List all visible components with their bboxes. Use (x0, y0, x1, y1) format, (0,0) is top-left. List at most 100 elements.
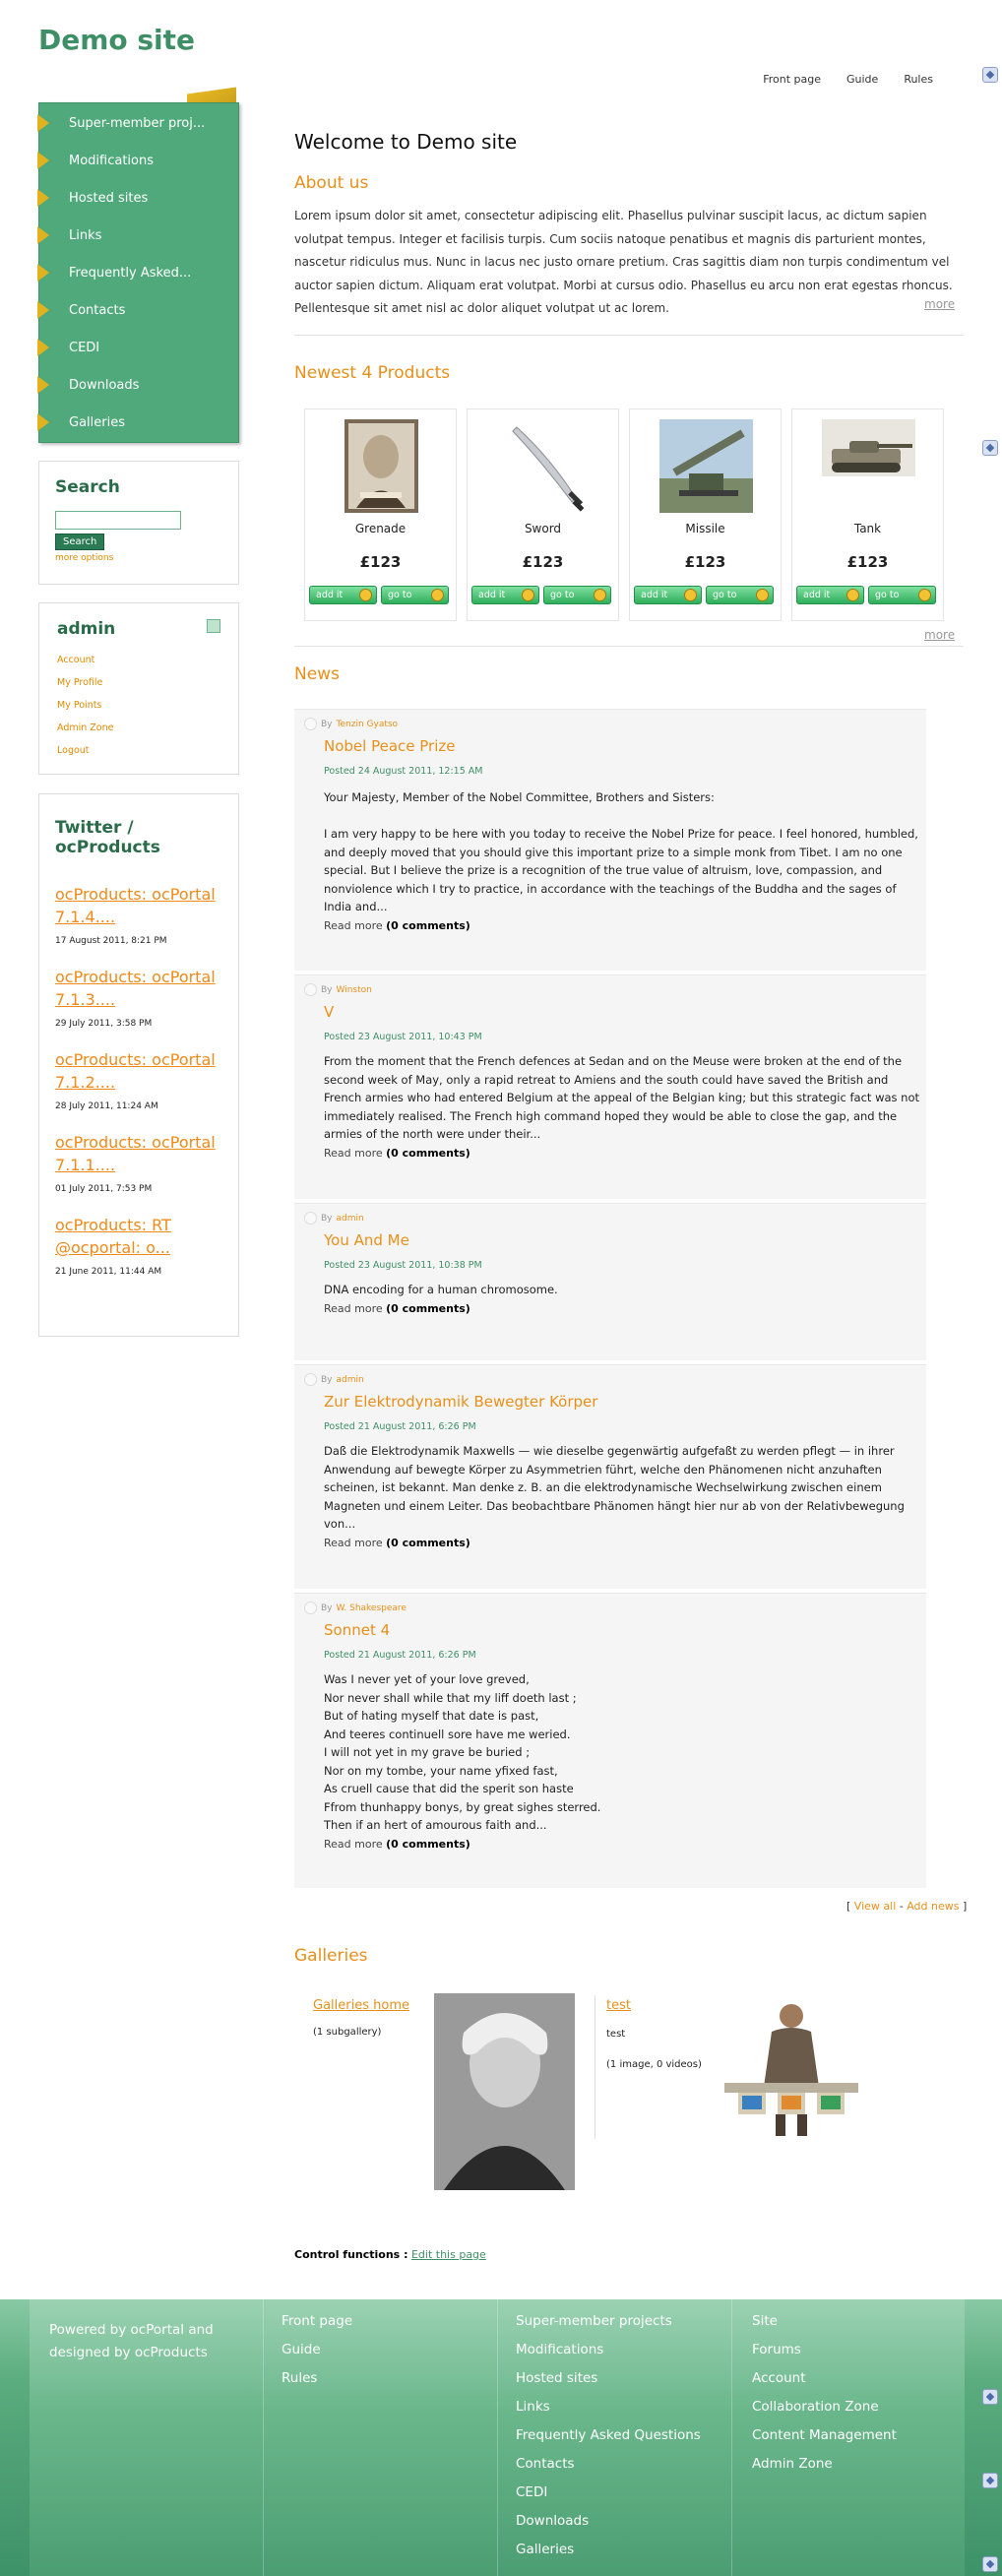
admin-link-my-profile[interactable]: My Profile (57, 677, 220, 700)
news-author[interactable]: W. Shakespeare (337, 1603, 407, 1613)
edit-page-link[interactable]: Edit this page (411, 2248, 486, 2261)
news-author[interactable]: admin (337, 1214, 364, 1224)
gallery-home-image[interactable] (434, 1993, 575, 2190)
tweet-link[interactable]: ocProducts: ocPortal 7.1.2.... (55, 1048, 222, 1094)
footer-link-rules[interactable]: Rules (282, 2370, 497, 2399)
news-title[interactable]: Nobel Peace Prize (324, 737, 455, 755)
news-author[interactable]: Winston (337, 985, 372, 995)
missile-image[interactable] (659, 419, 753, 513)
top-nav-guide[interactable]: Guide (846, 73, 878, 86)
tweet-item: ocProducts: ocPortal 7.1.3.... 29 July 20… (55, 966, 222, 1029)
footer-link-site[interactable]: Site (752, 2313, 965, 2342)
footer-link-guide[interactable]: Guide (282, 2342, 497, 2370)
about-more-link[interactable]: more (924, 297, 955, 311)
sidebar-item-super-member-projects[interactable]: Super-member proj... (37, 104, 240, 142)
arrow-icon (37, 301, 49, 319)
ocproducts-link[interactable]: ocProducts (135, 2345, 208, 2360)
footer-link-links[interactable]: Links (516, 2399, 731, 2427)
read-more-link[interactable]: Read more (0 comments) (324, 1302, 470, 1315)
view-all-link[interactable]: View all (854, 1900, 896, 1913)
panel-toggle-icon[interactable] (982, 2473, 998, 2488)
top-nav-rules[interactable]: Rules (904, 73, 933, 86)
product-card: Tank £123 add it go to (791, 408, 944, 621)
footer-link-account[interactable]: Account (752, 2370, 965, 2399)
products-more-link[interactable]: more (924, 628, 955, 642)
arrow-icon (37, 413, 49, 431)
add-to-cart-button[interactable]: add it (796, 586, 864, 604)
add-to-cart-button[interactable]: add it (471, 586, 539, 604)
footer-link-admin-zone[interactable]: Admin Zone (752, 2456, 965, 2484)
news-author[interactable]: admin (337, 1375, 364, 1385)
sidebar-item-faq[interactable]: Frequently Asked... (37, 254, 240, 291)
news-author[interactable]: Tenzin Gyatso (337, 720, 399, 729)
more-options-link[interactable]: more options (55, 553, 222, 563)
admin-link-logout[interactable]: Logout (57, 745, 220, 768)
footer-link-cedi[interactable]: CEDI (516, 2484, 731, 2513)
grenade-image[interactable] (335, 419, 428, 513)
admin-link-my-points[interactable]: My Points (57, 700, 220, 723)
add-news-link[interactable]: Add news (907, 1900, 959, 1913)
footer-link-forums[interactable]: Forums (752, 2342, 965, 2370)
galleries-heading: Galleries (294, 1946, 368, 1966)
tweet-item: ocProducts: ocPortal 7.1.4.... 17 August … (55, 883, 222, 946)
footer-link-modifications[interactable]: Modifications (516, 2342, 731, 2370)
sidebar-item-cedi[interactable]: CEDI (37, 329, 240, 366)
admin-link-admin-zone[interactable]: Admin Zone (57, 723, 220, 745)
search-button[interactable]: Search (55, 534, 105, 550)
footer-link-galleries[interactable]: Galleries (516, 2542, 731, 2570)
news-body: DNA encoding for a human chromosome. Rea… (324, 1283, 558, 1315)
sidebar-item-links[interactable]: Links (37, 217, 240, 254)
gallery-test-link[interactable]: test (606, 1998, 702, 2013)
sidebar-item-modifications[interactable]: Modifications (37, 142, 240, 179)
product-price: £123 (522, 553, 564, 571)
search-input[interactable] (55, 511, 181, 530)
footer-link-faq[interactable]: Frequently Asked Questions (516, 2427, 731, 2456)
read-more-link[interactable]: Read more (0 comments) (324, 1147, 470, 1160)
sidebar-item-contacts[interactable]: Contacts (37, 291, 240, 329)
add-icon[interactable] (207, 619, 220, 633)
ocportal-link[interactable]: ocPortal (131, 2322, 184, 2338)
footer-link-downloads[interactable]: Downloads (516, 2513, 731, 2542)
footer-link-front-page[interactable]: Front page (282, 2313, 497, 2342)
admin-link-account[interactable]: Account (57, 655, 220, 677)
panel-toggle-icon[interactable] (982, 2556, 998, 2572)
go-to-product-button[interactable]: go to (543, 586, 611, 604)
go-to-product-button[interactable]: go to (868, 586, 936, 604)
panel-toggle-icon[interactable] (982, 440, 998, 456)
galleries-home-link[interactable]: Galleries home (313, 1998, 409, 2013)
sword-image[interactable] (497, 419, 591, 513)
news-title[interactable]: Zur Elektrodynamik Bewegter Körper (324, 1393, 597, 1411)
sidebar-item-galleries[interactable]: Galleries (37, 404, 240, 441)
read-more-link[interactable]: Read more (0 comments) (324, 1838, 470, 1851)
go-to-product-button[interactable]: go to (706, 586, 774, 604)
footer-link-super-member-projects[interactable]: Super-member projects (516, 2313, 731, 2342)
tweet-link[interactable]: ocProducts: ocPortal 7.1.4.... (55, 883, 222, 928)
read-more-link[interactable]: Read more (0 comments) (324, 1537, 470, 1549)
footer-link-content-management[interactable]: Content Management (752, 2427, 965, 2456)
news-item: By Winston V Posted 23 August 2011, 10:43… (294, 974, 926, 1199)
read-more-link[interactable]: Read more (0 comments) (324, 919, 470, 932)
top-nav-front-page[interactable]: Front page (763, 73, 821, 86)
footer-link-collaboration-zone[interactable]: Collaboration Zone (752, 2399, 965, 2427)
gallery-test-image[interactable] (717, 1998, 866, 2138)
news-title[interactable]: Sonnet 4 (324, 1621, 390, 1639)
tweet-link[interactable]: ocProducts: ocPortal 7.1.3.... (55, 966, 222, 1011)
tweet-link[interactable]: ocProducts: ocPortal 7.1.1.... (55, 1131, 222, 1176)
go-to-product-button[interactable]: go to (381, 586, 449, 604)
site-title[interactable]: Demo site (38, 24, 195, 56)
sidebar-item-hosted-sites[interactable]: Hosted sites (37, 179, 240, 217)
news-title[interactable]: V (324, 1003, 334, 1021)
footer-link-hosted-sites[interactable]: Hosted sites (516, 2370, 731, 2399)
news-date: Posted 21 August 2011, 6:26 PM (324, 1650, 476, 1661)
twitter-heading: Twitter / ocProducts (55, 818, 160, 857)
tank-image[interactable] (822, 419, 915, 513)
sidebar-item-downloads[interactable]: Downloads (37, 366, 240, 404)
add-to-cart-button[interactable]: add it (634, 586, 702, 604)
add-to-cart-button[interactable]: add it (309, 586, 377, 604)
footer-link-contacts[interactable]: Contacts (516, 2456, 731, 2484)
panel-toggle-icon[interactable] (982, 67, 998, 83)
admin-panel: admin Account My Profile My Points Admin… (38, 602, 239, 775)
tweet-link[interactable]: ocProducts: RT @ocportal: o... (55, 1214, 222, 1259)
news-title[interactable]: You And Me (324, 1231, 409, 1249)
panel-toggle-icon[interactable] (982, 2389, 998, 2405)
